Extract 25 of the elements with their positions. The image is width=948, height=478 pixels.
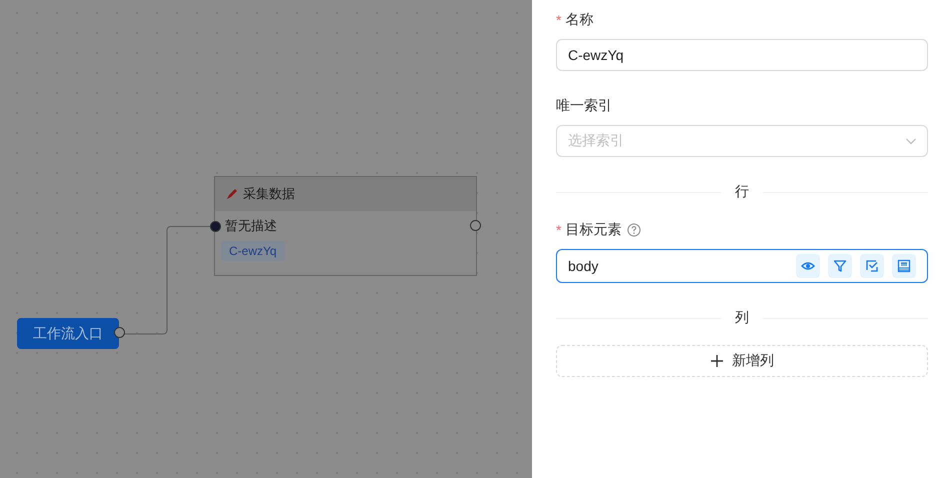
- node-tag: C-ewzYq: [221, 241, 285, 261]
- node-title: 采集数据: [243, 185, 295, 203]
- node-description: 暂无描述: [224, 217, 277, 235]
- plus-icon: [710, 354, 724, 368]
- field-label: 目标元素: [565, 221, 622, 239]
- node-card[interactable]: 采集数据 暂无描述 C-ewzYq: [214, 176, 477, 276]
- pen-icon: [225, 187, 239, 201]
- checkbox-icon[interactable]: [860, 254, 884, 278]
- eye-icon[interactable]: [796, 254, 820, 278]
- start-node[interactable]: 工作流入口: [17, 318, 119, 349]
- output-port[interactable]: [470, 220, 481, 231]
- layout-icon[interactable]: [892, 254, 916, 278]
- field-label: 名称: [565, 11, 594, 29]
- filter-icon[interactable]: [828, 254, 852, 278]
- input-port[interactable]: [210, 221, 221, 232]
- section-heading: 列: [734, 309, 750, 327]
- text-field[interactable]: C-ewzYq: [556, 39, 928, 71]
- text-field[interactable]: body: [556, 249, 928, 283]
- add-column-button[interactable]: 新增列: [556, 345, 928, 377]
- required-mark: *: [556, 222, 562, 238]
- required-mark: *: [556, 12, 562, 28]
- section-heading: 行: [734, 183, 750, 201]
- output-port[interactable]: [114, 327, 125, 338]
- field-label: 唯一索引: [556, 97, 612, 115]
- help-icon[interactable]: [627, 223, 642, 237]
